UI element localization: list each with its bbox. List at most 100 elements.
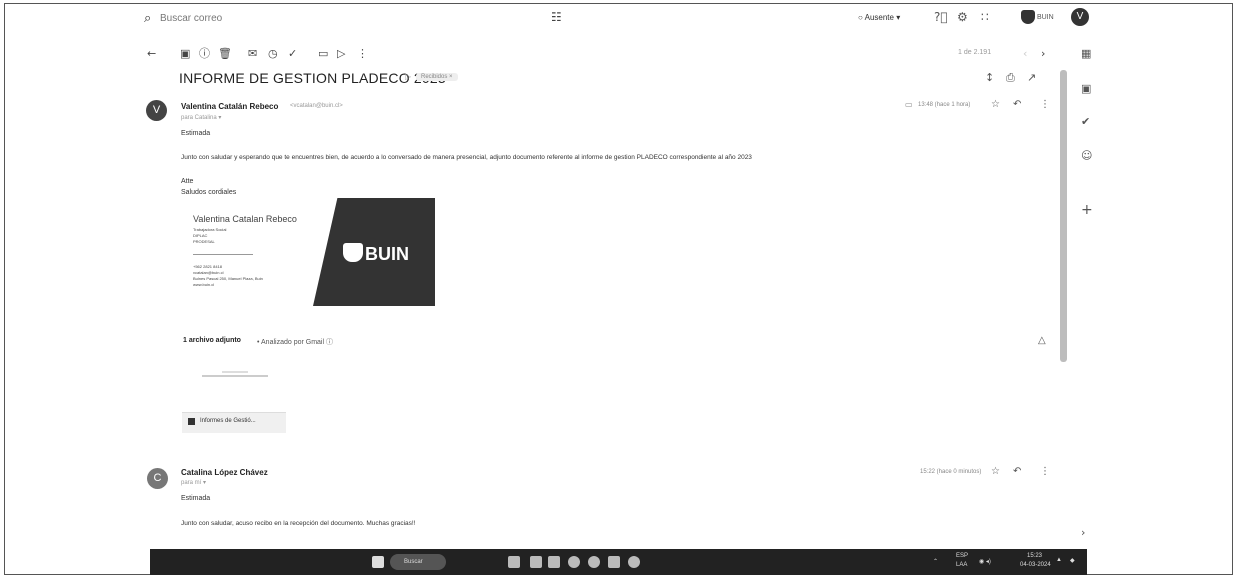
- recipient-details[interactable]: para Catalina ▾: [181, 114, 221, 121]
- archive-icon[interactable]: ▣: [180, 48, 190, 59]
- next-icon[interactable]: ›: [1041, 48, 1045, 59]
- label-icon[interactable]: ▷: [337, 48, 345, 59]
- tasks-icon[interactable]: ✔: [1081, 116, 1090, 127]
- attachments-heading: 1 archivo adjunto: [183, 337, 241, 344]
- os-taskbar: Buscar ⌃ ESP LAA ◉ ◂) 15:23 04-03-2024 ▲…: [150, 549, 1087, 575]
- search-input[interactable]: Buscar correo: [160, 13, 222, 24]
- search-icon[interactable]: ⌕: [144, 12, 151, 25]
- gear-icon[interactable]: ⚙: [957, 11, 968, 23]
- signature-phone: +562 2821 8418: [193, 264, 223, 269]
- attachment-filename[interactable]: Informes de Gestió...: [200, 418, 256, 424]
- expand-all-icon[interactable]: ↕: [985, 72, 994, 83]
- status-label: Ausente: [864, 13, 894, 22]
- trash-icon[interactable]: 🗑: [218, 48, 232, 59]
- recipient-text: para mí: [181, 480, 202, 486]
- filter-options-icon[interactable]: ☷: [551, 11, 562, 23]
- start-button[interactable]: [372, 556, 384, 568]
- taskbar-app-icon[interactable]: [608, 556, 620, 568]
- signature-logo: BUIN: [343, 243, 409, 265]
- taskbar-app-icon[interactable]: [508, 556, 520, 568]
- taskbar-app-icon[interactable]: [628, 556, 640, 568]
- message-body: Junto con saludar, acuso recibo en la re…: [181, 520, 416, 527]
- message-body: Junto con saludar y esperando que te enc…: [181, 154, 752, 161]
- preview-line: [202, 375, 268, 377]
- language-layout[interactable]: LAA: [956, 562, 967, 568]
- taskbar-app-icon[interactable]: [568, 556, 580, 568]
- sender-email: <vcatalan@buin.cl>: [290, 103, 343, 109]
- label-chip[interactable]: Recibidos ×: [416, 73, 458, 81]
- clock-time[interactable]: 15:23: [1027, 553, 1042, 559]
- mark-unread-icon[interactable]: ✉: [248, 48, 257, 59]
- message-time: 13:48 (hace 1 hora): [918, 102, 971, 108]
- collapse-panel-icon[interactable]: ›: [1081, 527, 1085, 538]
- signature-logo-text: BUIN: [365, 244, 409, 264]
- notification-bell-icon[interactable]: ▲: [1056, 557, 1062, 563]
- taskbar-search-text: Buscar: [404, 559, 423, 565]
- signature-dept-1: DIPLAC: [193, 233, 208, 238]
- copilot-icon[interactable]: ◆: [1070, 557, 1075, 564]
- more-icon[interactable]: ⋮: [1040, 100, 1050, 110]
- reply-icon[interactable]: ↶: [1013, 467, 1021, 477]
- apps-grid-icon[interactable]: ∷: [981, 11, 989, 23]
- document-icon: [188, 418, 195, 425]
- message-time: 15:22 (hace 0 minutos): [920, 469, 982, 475]
- taskbar-app-icon[interactable]: [588, 556, 600, 568]
- recipient-text: para Catalina: [181, 115, 217, 121]
- shield-icon: [1021, 10, 1035, 24]
- help-icon[interactable]: ?⃝: [934, 11, 948, 23]
- sender-name[interactable]: Valentina Catalán Rebeco: [181, 102, 278, 111]
- reply-icon[interactable]: ↶: [1013, 100, 1021, 110]
- sender-avatar: C: [147, 468, 168, 489]
- signature-web: www.buin.cl: [193, 282, 215, 287]
- shield-icon: [343, 243, 363, 262]
- taskbar-app-icon[interactable]: [548, 556, 560, 568]
- clock-date[interactable]: 04-03-2024: [1020, 562, 1051, 568]
- open-new-window-icon[interactable]: ↗: [1027, 72, 1036, 83]
- closing-line-1: Atte: [181, 178, 194, 185]
- star-icon[interactable]: ☆: [991, 467, 1000, 477]
- signature-text-block: Valentina Catalan Rebeco Trabajadora Soc…: [175, 198, 335, 306]
- closing-line-2: Saludos cordiales: [181, 189, 237, 196]
- signature-divider: [193, 254, 253, 255]
- scan-status-text: • Analizado por Gmail: [257, 339, 325, 346]
- signature-email: vcatalan@buin.cl: [193, 270, 224, 275]
- taskbar-search[interactable]: Buscar: [390, 554, 446, 570]
- tray-expand-icon[interactable]: ⌃: [933, 558, 938, 565]
- attachments-scan-status: • Analizado por Gmail ⓘ: [257, 339, 333, 346]
- account-avatar[interactable]: V: [1071, 8, 1089, 26]
- previous-icon[interactable]: ‹: [1023, 48, 1027, 59]
- preview-line: [222, 371, 248, 373]
- back-arrow-icon[interactable]: ←: [147, 48, 156, 59]
- status-selector[interactable]: ○ Ausente ▾: [858, 13, 900, 22]
- more-options-icon[interactable]: ⋮: [357, 48, 368, 59]
- email-signature: Valentina Catalan Rebeco Trabajadora Soc…: [175, 198, 435, 306]
- snooze-icon[interactable]: ◷: [268, 48, 278, 59]
- network-volume-icon[interactable]: ◉ ◂): [979, 558, 991, 565]
- language-indicator[interactable]: ESP: [956, 553, 968, 559]
- sender-avatar: V: [146, 100, 167, 121]
- greeting: Estimada: [181, 495, 211, 502]
- move-to-icon[interactable]: ▭: [318, 48, 328, 59]
- print-icon[interactable]: ⎙: [1006, 72, 1015, 83]
- more-icon[interactable]: ⋮: [1040, 467, 1050, 477]
- pagination-text: 1 de 2.191: [958, 49, 992, 56]
- scrollbar[interactable]: [1060, 70, 1067, 362]
- add-to-drive-icon[interactable]: △: [1038, 336, 1046, 346]
- add-task-icon[interactable]: ✓: [288, 48, 297, 59]
- keep-icon[interactable]: ▣: [1081, 83, 1091, 94]
- calendar-icon[interactable]: ▦: [1081, 48, 1091, 59]
- add-addon-icon[interactable]: +: [1081, 203, 1093, 217]
- signature-name: Valentina Catalan Rebeco: [193, 214, 297, 224]
- attachment-clip-icon: ▭: [905, 100, 913, 109]
- contacts-icon[interactable]: ☺: [1081, 150, 1092, 161]
- importance-marker-icon[interactable]: ▷: [405, 72, 411, 81]
- sender-name[interactable]: Catalina López Chávez: [181, 468, 268, 477]
- brand-logo: BUIN: [1021, 10, 1057, 26]
- signature-address: Bulnes Pascal 250, Manuel Plaza, Buin: [193, 276, 263, 281]
- taskbar-app-icon[interactable]: [530, 556, 542, 568]
- greeting: Estimada: [181, 130, 211, 137]
- brand-text: BUIN: [1036, 13, 1054, 21]
- star-icon[interactable]: ☆: [991, 100, 1000, 110]
- recipient-details[interactable]: para mí ▾: [181, 479, 206, 486]
- report-spam-icon[interactable]: ⓘ: [199, 48, 210, 59]
